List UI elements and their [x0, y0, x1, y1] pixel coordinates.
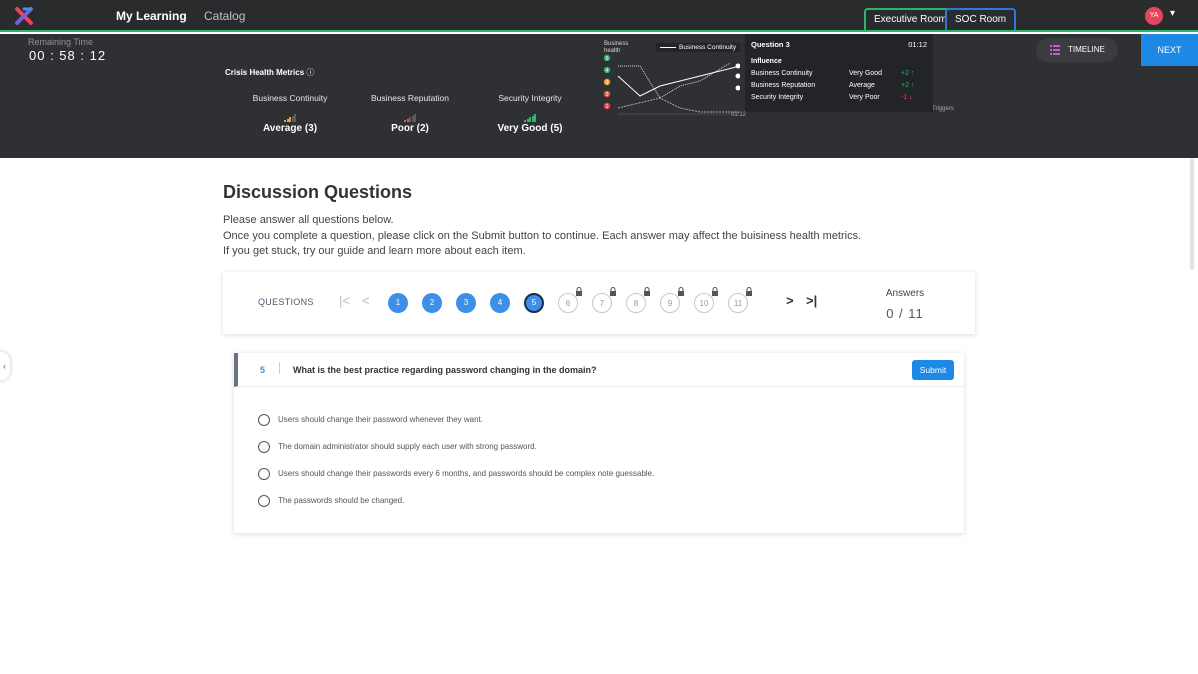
radio-button[interactable]: [258, 441, 270, 453]
instructions-line: Once you complete a question, please cli…: [223, 230, 862, 242]
lock-icon: [678, 287, 684, 296]
question-dot-6[interactable]: 6: [558, 287, 582, 313]
metric-value: Poor (2): [391, 123, 429, 134]
tooltip-row: Security Integrity Very Poor -1 ↓: [751, 94, 913, 101]
lock-icon: [644, 287, 650, 296]
submit-button[interactable]: Submit: [912, 360, 954, 380]
tab-executive-room[interactable]: Executive Room: [864, 8, 957, 30]
crisis-metrics-panel: Remaining Time 00 : 58 : 12 Crisis Healt…: [0, 34, 1198, 158]
signal-bars-icon: [524, 114, 536, 122]
chart-line-continuity: [617, 65, 740, 97]
signal-bars-icon: [404, 114, 416, 122]
remaining-time-label: Remaining Time: [28, 37, 94, 47]
chart-line-reputation: [618, 62, 731, 99]
first-question-icon[interactable]: |<: [339, 293, 350, 308]
last-question-icon[interactable]: >|: [806, 293, 817, 308]
metric-business-continuity: Business Continuity Average (3): [230, 93, 350, 134]
metric-value: Average (3): [262, 123, 318, 134]
question-dot-8[interactable]: 8: [626, 287, 650, 313]
tooltip-time: 01:12: [908, 40, 927, 49]
question-text: What is the best practice regarding pass…: [293, 365, 597, 375]
remaining-time-value: 00 : 58 : 12: [29, 48, 107, 63]
metric-name: Business Reputation: [371, 93, 449, 103]
answer-option[interactable]: Users should change their passwords ever…: [258, 467, 948, 483]
metric-business-reputation: Business Reputation Poor (2): [350, 93, 470, 134]
lock-icon: [746, 287, 752, 296]
tab-soc-room[interactable]: SOC Room: [945, 8, 1017, 30]
metric-name: Security Integrity: [498, 93, 562, 103]
chart-point: [735, 85, 740, 91]
next-button[interactable]: NEXT: [1141, 34, 1198, 66]
radio-button[interactable]: [258, 495, 270, 507]
timeline-label: TIMELINE: [1068, 45, 1105, 54]
answer-option-label[interactable]: The domain administrator should supply e…: [278, 442, 537, 451]
metric-security-integrity: Security Integrity Very Good (5): [470, 93, 590, 134]
question-dot-9[interactable]: 9: [660, 287, 684, 313]
metric-name: Business Continuity: [252, 93, 328, 103]
chart-triggers-label: Triggers: [932, 106, 954, 112]
answer-option[interactable]: The domain administrator should supply e…: [258, 440, 948, 456]
question-dot-5[interactable]: 5: [524, 293, 544, 313]
chart-x-tick: 01:12: [731, 112, 747, 118]
tooltip-row: Business Continuity Very Good +2 ↑: [751, 70, 915, 77]
avatar[interactable]: YA: [1145, 7, 1163, 25]
chart-line-integrity: [617, 97, 740, 113]
question-header: 5 What is the best practice regarding pa…: [234, 353, 964, 387]
question-dot-10[interactable]: 10: [694, 287, 718, 313]
radio-button[interactable]: [258, 414, 270, 426]
answer-option-label[interactable]: Users should change their password whene…: [278, 415, 483, 424]
sidebar-toggle-chevron-left-icon[interactable]: ‹: [0, 352, 10, 380]
health-level-label: 1: [606, 104, 609, 110]
next-question-icon[interactable]: >: [786, 293, 794, 308]
question-number: 5: [260, 365, 266, 375]
chart-tooltip: Question 3 01:12 Influence Business Cont…: [745, 34, 933, 112]
tooltip-row: Business Reputation Average +2 ↑: [751, 82, 915, 89]
info-icon[interactable]: ⓘ: [306, 68, 314, 77]
instructions-line: Please answer all questions below.: [223, 214, 394, 226]
answers-count: 0 / 11: [886, 306, 924, 321]
question-dot-7[interactable]: 7: [592, 287, 616, 313]
instructions-line: If you get stuck, try our guide and lear…: [223, 245, 526, 257]
chart-point: [735, 63, 740, 69]
answer-option[interactable]: The passwords should be changed.: [258, 494, 948, 510]
crisis-metrics-title: Crisis Health Metrics ⓘ: [225, 68, 315, 77]
questions-navigator: QUESTIONS |< < 1 2 3 4 5 6 7 8 9 10 11 > >| Answer…: [223, 272, 975, 334]
question-dot-2[interactable]: 2: [422, 293, 442, 313]
question-card: 5 What is the best practice regarding pa…: [234, 353, 964, 533]
answer-option-label[interactable]: Users should change their passwords ever…: [278, 469, 654, 478]
tooltip-influence-label: Influence: [751, 58, 782, 65]
question-dot-3[interactable]: 3: [456, 293, 476, 313]
timeline-button[interactable]: TIMELINE: [1036, 38, 1118, 62]
health-level-label: 4: [606, 68, 609, 74]
app-logo-icon[interactable]: [14, 6, 34, 26]
metric-value: Very Good (5): [497, 123, 563, 134]
health-level-label: 3: [606, 80, 609, 86]
questions-label: QUESTIONS: [258, 297, 314, 307]
chart-point: [735, 73, 740, 79]
question-dot-11[interactable]: 11: [728, 287, 752, 313]
lock-icon: [576, 287, 582, 296]
prev-question-icon[interactable]: <: [362, 293, 370, 308]
radio-button[interactable]: [258, 468, 270, 480]
answer-option[interactable]: Users should change their password whene…: [258, 413, 948, 429]
question-dot-4[interactable]: 4: [490, 293, 510, 313]
health-chart: 5 4 3 2 1: [603, 54, 740, 115]
health-level-label: 2: [606, 92, 609, 98]
health-level-label: 5: [606, 56, 609, 62]
top-navbar: My Learning Catalog Executive Room SOC R…: [0, 0, 1198, 32]
scrollbar[interactable]: [1190, 158, 1194, 270]
lock-icon: [712, 287, 718, 296]
nav-catalog[interactable]: Catalog: [204, 9, 245, 23]
divider: [279, 362, 280, 374]
question-dot-1[interactable]: 1: [388, 293, 408, 313]
answer-option-label[interactable]: The passwords should be changed.: [278, 496, 404, 505]
page-title: Discussion Questions: [223, 182, 413, 202]
nav-my-learning[interactable]: My Learning: [116, 9, 187, 23]
answers-label: Answers: [885, 288, 925, 299]
lock-icon: [610, 287, 616, 296]
list-icon: [1050, 45, 1060, 55]
tooltip-header: Question 3: [751, 40, 790, 49]
chevron-down-icon[interactable]: ▾: [1170, 8, 1175, 19]
signal-bars-icon: [284, 114, 296, 122]
